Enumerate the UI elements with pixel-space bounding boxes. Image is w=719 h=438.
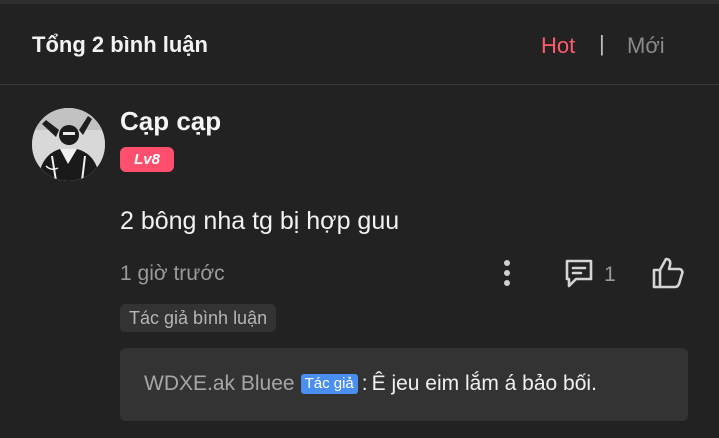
sort-newest-tab[interactable]: Mới [627, 33, 665, 59]
sort-separator: | [599, 31, 605, 56]
thumbs-up-icon [652, 257, 684, 289]
user-level-badge: Lv8 [120, 147, 174, 172]
user-avatar[interactable] [32, 108, 105, 181]
more-vertical-icon [504, 260, 510, 286]
user-avatar-photo-icon [32, 108, 105, 181]
comment-author-tag: Tác giả bình luận [120, 304, 277, 332]
reply-preview[interactable]: WDXE.ak Bluee Tác giả: Ê jeu eim lắm á bảo… [120, 348, 688, 421]
comments-panel: Tổng 2 bình luận Hot | Mới Cạp cạp Lv8 2… [0, 0, 719, 438]
comment-timestamp: 1 giờ trước [120, 262, 225, 285]
reply-count: 1 [604, 263, 616, 286]
reply-preview-line: WDXE.ak Bluee Tác giả: Ê jeu eim lắm á bảo… [144, 372, 597, 396]
reply-author-name[interactable]: WDXE.ak Bluee [144, 372, 295, 395]
reply-content: Ê jeu eim lắm á bảo bối. [371, 372, 597, 395]
reply-button[interactable]: 1 [562, 256, 622, 290]
more-options-button[interactable] [496, 256, 518, 290]
like-button[interactable] [650, 255, 686, 291]
comment-text: 2 bông nha tg bị hợp guu [120, 207, 400, 235]
comments-header: Tổng 2 bình luận Hot | Mới [0, 4, 719, 85]
reply-author-badge: Tác giả [300, 374, 358, 394]
reply-separator: : [361, 372, 368, 395]
comments-count-title: Tổng 2 bình luận [32, 32, 208, 57]
comment-icon [565, 259, 593, 288]
sort-hot-tab[interactable]: Hot [541, 33, 575, 59]
comment-username[interactable]: Cạp cạp [120, 106, 221, 137]
